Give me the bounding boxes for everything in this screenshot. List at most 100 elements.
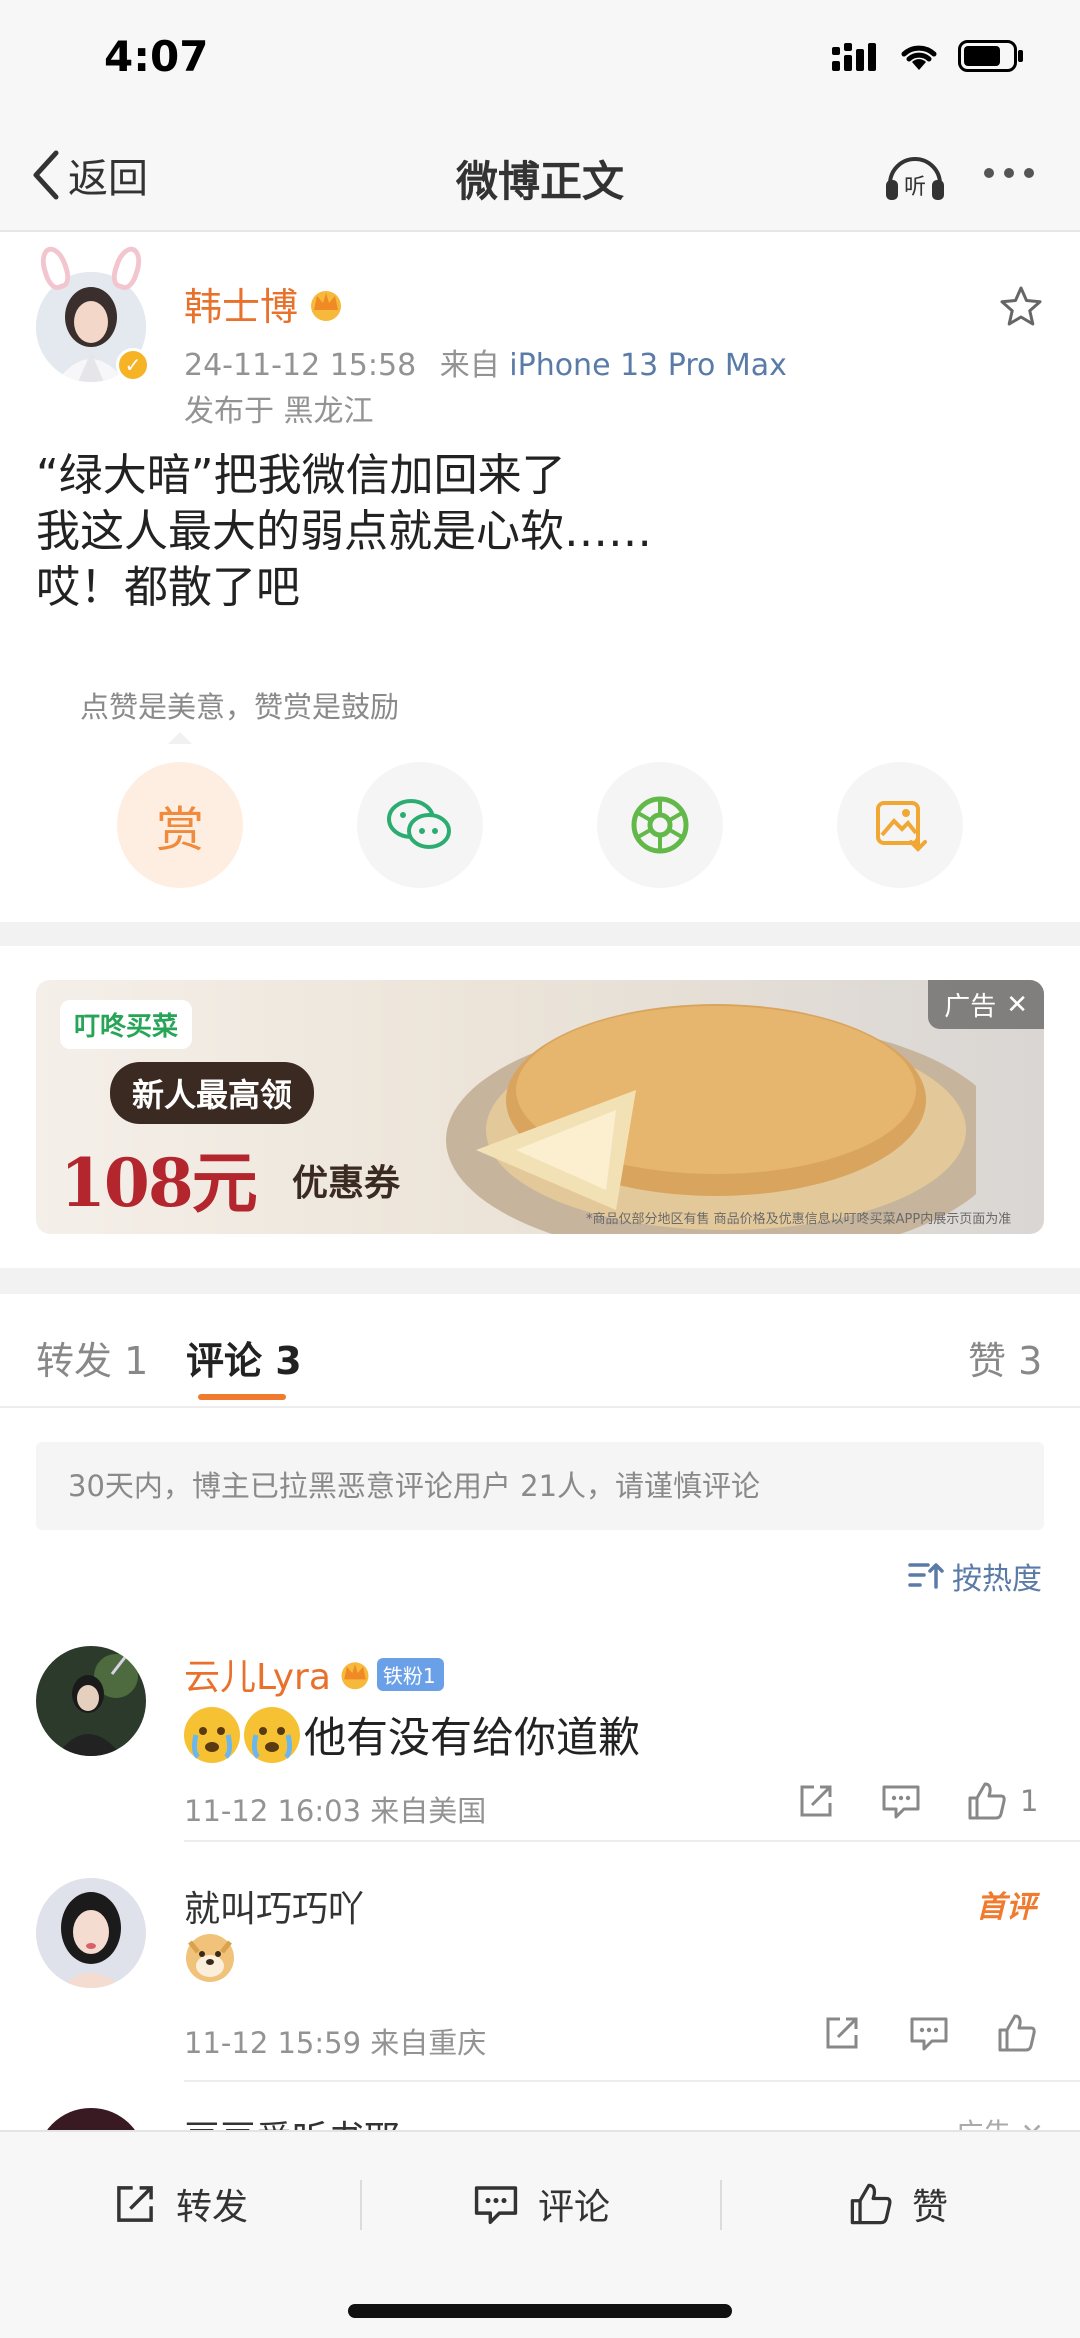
post-meta: 24-11-12 15:58 来自 iPhone 13 Pro Max bbox=[184, 340, 787, 384]
tab-comment[interactable]: 评论 3 bbox=[186, 1330, 302, 1385]
active-tab-underline bbox=[198, 1394, 286, 1400]
fan-badge-label: 铁粉1 bbox=[382, 1663, 436, 1688]
comment-meta: 11-12 15:59 来自重庆 bbox=[184, 2026, 487, 2060]
commenter-avatar[interactable] bbox=[36, 1878, 146, 1988]
doge-emoji-icon bbox=[184, 1932, 236, 1994]
post-line: 哎！都散了吧 bbox=[36, 562, 300, 613]
reward-tip: 点赞是美意，赞赏是鼓励 bbox=[80, 690, 400, 724]
ad-disclaimer: *商品仅部分地区有售 商品价格及优惠信息以叮咚买菜APP内展示页面为准 bbox=[586, 1212, 1012, 1227]
tab-like[interactable]: 赞 3 bbox=[968, 1330, 1042, 1385]
ad-banner[interactable]: 叮咚买菜 新人最高领 108元 优惠券 广告 ✕ *商品仅部分地区有售 商品价格… bbox=[36, 980, 1044, 1234]
wechat-icon bbox=[387, 799, 451, 849]
comment-item: 云儿Lyra 铁粉1 他有没有给你道歉 11-12 16:03 来自美国 1 bbox=[0, 1642, 1080, 1842]
separator bbox=[720, 2180, 722, 2230]
commenter-name: 云儿Lyra bbox=[184, 1657, 331, 1698]
section-gap bbox=[0, 922, 1080, 946]
comment-text: 他有没有给你道歉 bbox=[304, 1713, 641, 1762]
ad-close-button[interactable]: 广告 ✕ bbox=[928, 980, 1044, 1029]
crown-icon bbox=[311, 290, 342, 321]
thumbs-up-icon bbox=[850, 2183, 892, 2225]
post-line: 我这人最大的弱点就是心软…… bbox=[36, 506, 652, 557]
like-count: 1 bbox=[1020, 1784, 1039, 1818]
listen-button[interactable]: 听 bbox=[882, 148, 948, 208]
post-device[interactable]: iPhone 13 Pro Max bbox=[509, 348, 787, 383]
divider bbox=[184, 2080, 1080, 2082]
ad-coupon: 优惠券 bbox=[292, 1162, 401, 1204]
wifi-icon bbox=[901, 45, 937, 70]
repost-button[interactable]: 转发 bbox=[112, 2178, 248, 2230]
more-dot-icon bbox=[1004, 168, 1014, 178]
post-line: “绿大暗”把我微信加回来了 bbox=[36, 450, 566, 501]
thumbs-up-icon bbox=[968, 1782, 1006, 1820]
star-icon bbox=[1000, 286, 1042, 326]
comment-button[interactable]: 评论 bbox=[472, 2178, 610, 2230]
crying-emoji-icon bbox=[184, 1706, 240, 1763]
share-actions: 赏 bbox=[0, 762, 1080, 892]
listen-label: 听 bbox=[904, 175, 926, 200]
reward-button[interactable]: 赏 bbox=[117, 762, 243, 888]
more-button[interactable] bbox=[984, 168, 1034, 178]
reward-label: 赏 bbox=[155, 802, 204, 858]
comment-icon[interactable] bbox=[880, 1781, 922, 1821]
ad-tag-label: 广告 bbox=[944, 992, 997, 1022]
status-icons bbox=[832, 40, 1024, 72]
signal-icon bbox=[832, 43, 876, 71]
thumbs-up-icon[interactable] bbox=[996, 2012, 1038, 2054]
tip-caret bbox=[168, 732, 192, 744]
commenter-avatar[interactable] bbox=[36, 1646, 146, 1756]
comment-actions bbox=[822, 2012, 1038, 2054]
repost-label: 转发 bbox=[176, 2187, 249, 2228]
crown-icon bbox=[341, 1662, 369, 1690]
verified-badge-icon: ✓ bbox=[116, 348, 150, 382]
cake-image bbox=[446, 1004, 976, 1234]
commenter-name[interactable]: 就叫巧巧吖 bbox=[184, 1880, 364, 1932]
comment-text-row: 他有没有给你道歉 bbox=[184, 1704, 640, 1765]
post-location: 发布于 黑龙江 bbox=[184, 394, 374, 429]
comment-meta: 11-12 16:03 来自美国 bbox=[184, 1794, 487, 1828]
separator bbox=[360, 2180, 362, 2230]
repost-icon[interactable] bbox=[796, 1781, 836, 1821]
repost-icon[interactable] bbox=[822, 2013, 862, 2053]
sort-icon bbox=[908, 1563, 944, 1589]
nav-bar: 返回 微博正文 听 bbox=[0, 120, 1080, 232]
share-moments-button[interactable] bbox=[597, 762, 723, 888]
tab-repost[interactable]: 转发 1 bbox=[36, 1330, 148, 1385]
comment-label: 评论 bbox=[538, 2187, 611, 2228]
post: ✓ 韩士博 24-11-12 15:58 来自 iPhone 13 Pro Ma… bbox=[0, 232, 1080, 922]
post-author[interactable]: 韩士博 bbox=[184, 276, 346, 331]
post-source-prefix: 来自 bbox=[439, 348, 500, 383]
author-avatar[interactable]: ✓ bbox=[35, 243, 150, 382]
more-dot-icon bbox=[984, 168, 994, 178]
save-image-icon bbox=[876, 801, 927, 852]
like-label: 赞 bbox=[912, 2187, 949, 2228]
close-icon: ✕ bbox=[1006, 989, 1028, 1020]
status-time: 4:07 bbox=[104, 32, 209, 81]
post-body: “绿大暗”把我微信加回来了 我这人最大的弱点就是心软…… 哎！都散了吧 bbox=[36, 448, 652, 616]
favorite-button[interactable] bbox=[998, 284, 1044, 334]
comment-icon[interactable] bbox=[908, 2013, 950, 2053]
ad-headline: 新人最高领 bbox=[110, 1062, 315, 1124]
comment-actions: 1 bbox=[796, 1780, 1038, 1822]
sort-button[interactable]: 按热度 bbox=[908, 1554, 1042, 1598]
comment-text-row bbox=[184, 1932, 236, 1994]
repost-icon bbox=[117, 2186, 153, 2222]
home-indicator[interactable] bbox=[348, 2304, 732, 2318]
author-name: 韩士博 bbox=[184, 285, 299, 329]
ad-amount: 108元 bbox=[60, 1144, 258, 1222]
interaction-tabs: 转发 1 评论 3 赞 3 bbox=[0, 1294, 1080, 1408]
comment-item: 就叫巧巧吖 首评 11-12 15:59 来自重庆 bbox=[0, 1874, 1080, 2082]
post-timestamp: 24-11-12 15:58 bbox=[184, 348, 417, 383]
save-image-button[interactable] bbox=[837, 762, 963, 888]
blocklist-notice: 30天内，博主已拉黑恶意评论用户 21人，请谨慎评论 bbox=[36, 1442, 1044, 1530]
more-dot-icon bbox=[1024, 168, 1034, 178]
divider bbox=[184, 1840, 1080, 1842]
headphones-icon: 听 bbox=[886, 157, 944, 200]
share-wechat-button[interactable] bbox=[357, 762, 483, 888]
commenter-name-row[interactable]: 云儿Lyra 铁粉1 bbox=[184, 1648, 444, 1700]
like-button[interactable]: 赞 bbox=[848, 2178, 948, 2230]
sort-label: 按热度 bbox=[952, 1562, 1042, 1597]
fan-badge: 铁粉1 bbox=[376, 1657, 444, 1691]
comment-icon bbox=[474, 2186, 518, 2225]
like-button[interactable]: 1 bbox=[966, 1780, 1038, 1822]
battery-icon bbox=[958, 40, 1023, 72]
